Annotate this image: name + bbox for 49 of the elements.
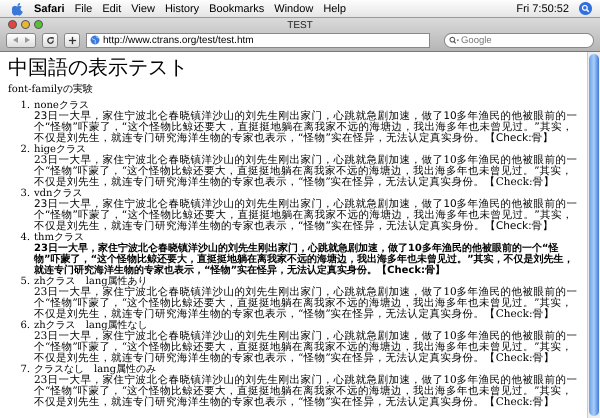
sample-paragraph: 23日一大早，家住宁波北仑春晓镇洋沙山的刘先生刚出家门，心跳就急剧加速，做了10多年渔民的他被眼前的一个“怪物”吓蒙了，“这个怪物比鲸还要大，直挺挺地躺在离我家不远的海塘边，我出海多年也未曾见过。”其实，不仅是刘先生，就连专门研究海洋生物的专家也表示，“怪物”实在怪异，无法认定真实身份。【Check:骨】 — [34, 287, 579, 320]
menu-item[interactable]: Edit — [102, 2, 122, 14]
item-title: zhクラス lang属性なし — [34, 320, 148, 331]
back-icon[interactable] — [12, 36, 20, 44]
menu-item[interactable]: View — [131, 2, 155, 14]
clock: Fri 7:50:52 — [516, 2, 569, 14]
search-field[interactable]: Google — [444, 32, 594, 48]
menu-item[interactable]: Window — [274, 2, 314, 14]
sample-paragraph: 23日一大早，家住宁波北仑春晓镇洋沙山的刘先生刚出家门，心跳就急剧加速，做了10多年渔民的他被眼前的一个“怪物”吓蒙了，“这个怪物比鲸还要大，直挺挺地躺在离我家不远的海塘边，我出海多年也未曾见过。”其实，不仅是刘先生，就连专门研究海洋生物的专家也表示，“怪物”实在怪异，无法认定真实身份。【Check:骨】 — [34, 199, 579, 232]
item-title: vdnクラス — [34, 188, 82, 199]
list-number: 5. — [19, 276, 31, 289]
list-number: 1. — [19, 100, 31, 113]
menu-item[interactable]: Help — [323, 2, 346, 14]
sample-paragraph: 23日一大早，家住宁波北仑春晓镇洋沙山的刘先生刚出家门，心跳就急剧加速，做了10多年渔民的他被眼前的一个“怪物”吓蒙了，“这个怪物比鲸还要大，直挺挺地躺在离我家不远的海塘边，我出海多年也未曾见过。”其实，不仅是刘先生，就连专门研究海洋生物的专家也表示，“怪物”实在怪异，无法认定真实身份。【Check:骨】 — [34, 155, 579, 188]
item-title: zhクラス lang属性あり — [34, 276, 148, 287]
search-icon[interactable] — [579, 2, 592, 15]
close-button[interactable] — [8, 20, 17, 29]
page-heading: 中国語の表示テスト — [8, 55, 189, 79]
list-number: 7. — [19, 364, 31, 377]
list-number: 4. — [19, 232, 31, 245]
menu-item[interactable]: History — [164, 2, 200, 14]
menu-item[interactable]: File — [74, 2, 92, 14]
page-subheading: font-familyの実験 — [8, 82, 94, 96]
search-input[interactable]: Google — [461, 34, 589, 46]
item-title: クラスなし lang属性のみ — [34, 364, 156, 375]
globe-icon — [90, 35, 100, 45]
menu-item[interactable]: Bookmarks — [209, 2, 264, 14]
window-title: TEST — [287, 20, 313, 30]
item-title: thmクラス — [34, 232, 85, 243]
zoom-button[interactable] — [34, 20, 43, 29]
reload-icon — [46, 36, 54, 44]
item-title: noneクラス — [34, 100, 89, 111]
search-icon — [449, 36, 460, 44]
address-field[interactable]: http://www.ctrans.org/test/test.htm — [86, 32, 430, 48]
sample-paragraph: 23日一大早，家住宁波北仑春晓镇洋沙山的刘先生刚出家门，心跳就急剧加速，做了10多年渔民的他被眼前的一个“怪物”吓蒙了，“这个怪物比鲸还要大，直挺挺地躺在离我家不远的海塘边，我出海多年也未曾见过。”其实，不仅是刘先生，就连专门研究海洋生物的专家也表示，“怪物”实在怪异，无法认定真实身份。【Check:骨】 — [34, 111, 579, 144]
list-number: 2. — [19, 144, 31, 157]
minimize-button[interactable] — [21, 20, 30, 29]
list-number: 6. — [19, 320, 31, 333]
forward-icon[interactable] — [22, 36, 30, 44]
app-menu[interactable]: Safari — [34, 2, 65, 14]
reload-button[interactable] — [42, 32, 58, 48]
add-bookmark-button[interactable] — [64, 32, 80, 48]
sample-paragraph: 23日一大早，家住宁波北仑春晓镇洋沙山的刘先生刚出家门，心跳就急剧加速，做了10多年渔民的他被眼前的一个“怪物”吓蒙了，“这个怪物比鲸还要大，直挺挺地躺在离我家不远的海塘边，我出海多年也未曾见过。”其实，不仅是刘先生，就连专门研究海洋生物的专家也表示，“怪物”实在怪异，无法认定真实身份。【Check:骨】 — [34, 331, 579, 364]
list-number: 3. — [19, 188, 31, 201]
apple-logo-icon[interactable] — [12, 2, 24, 16]
sample-paragraph: 23日一大早，家住宁波北仑春晓镇洋沙山的刘先生刚出家门，心跳就急剧加速，做了10多年渔民的他被眼前的一个“怪物”吓蒙了，“这个怪物比鲸还要大，直挺挺地躺在离我家不远的海塘边，我出海多年也未曾见过。”其实，不仅是刘先生，就连专门研究海洋生物的专家也表示，“怪物”实在怪异，无法认定真实身份。【Check:骨】 — [34, 375, 579, 408]
back-forward-buttons[interactable] — [6, 32, 36, 48]
item-title: higeクラス — [34, 144, 86, 155]
plus-icon — [68, 36, 76, 44]
